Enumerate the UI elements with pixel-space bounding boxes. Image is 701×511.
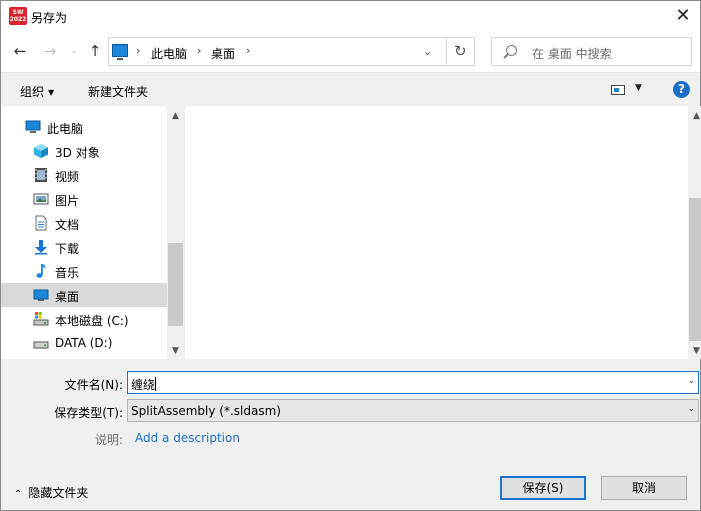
command-toolbar: 组织 ▼ 新建文件夹 ▼ ?	[1, 72, 700, 106]
scrollbar-thumb[interactable]	[689, 198, 701, 341]
sidebar-item-label: 下载	[55, 242, 80, 256]
chevron-right-icon[interactable]: ›	[136, 44, 140, 57]
filename-input[interactable]: 缠绕 ⌄	[127, 371, 699, 394]
sidebar-item-label: 此电脑	[47, 122, 84, 136]
video-icon	[35, 168, 47, 182]
sidebar-item-data-d[interactable]: DATA (D:)	[1, 331, 167, 355]
hide-folders-label: 隐藏文件夹	[28, 486, 89, 500]
address-dropdown-icon[interactable]: ⌄	[423, 45, 432, 58]
save-button[interactable]: 保存(S)	[500, 476, 586, 500]
filename-label: 文件名(N):	[64, 378, 123, 392]
up-arrow-icon[interactable]: ↑	[86, 42, 104, 60]
sidebar-item-label: 桌面	[55, 290, 80, 304]
back-arrow-icon[interactable]: ←	[11, 42, 29, 60]
download-icon	[35, 240, 47, 255]
filetype-value: SplitAssembly (*.sldasm)	[131, 404, 281, 418]
chevron-right-icon[interactable]: ›	[246, 44, 250, 57]
filename-value: 缠绕	[131, 376, 157, 393]
sidebar-item-label: 文档	[55, 218, 80, 232]
sidebar-item-videos[interactable]: 视频	[1, 163, 167, 187]
sidebar-item-label: 视频	[55, 170, 80, 184]
organize-label: 组织	[20, 85, 45, 99]
filetype-select[interactable]: SplitAssembly (*.sldasm) ⌄	[127, 399, 699, 422]
address-divider	[446, 38, 447, 65]
breadcrumb-desktop[interactable]: 桌面	[211, 45, 235, 62]
scroll-up-icon[interactable]: ▲	[167, 108, 184, 124]
file-list-scrollbar[interactable]: ▲ ▼	[688, 106, 701, 359]
pc-icon	[25, 120, 41, 133]
sidebar-item-music[interactable]: 音乐	[1, 259, 167, 283]
chevron-up-icon: ⌃	[14, 489, 23, 500]
documents-icon	[35, 215, 47, 231]
description-label: 说明:	[94, 433, 123, 447]
chevron-down-icon[interactable]: ⌄	[687, 376, 695, 386]
sidebar-item-this-pc[interactable]: 此电脑	[1, 115, 167, 139]
3d-objects-icon	[34, 144, 48, 158]
local-disk-icon	[33, 312, 49, 326]
scrollbar-thumb[interactable]	[168, 243, 183, 326]
new-folder-button[interactable]: 新建文件夹	[88, 83, 148, 100]
drive-icon	[33, 341, 49, 349]
navigation-pane: 此电脑 3D 对象 视频 图片 文档 下载 音乐 桌面 本地磁盘 (C:) DA…	[1, 106, 184, 359]
refresh-icon[interactable]: ↻	[454, 42, 467, 60]
sidebar-item-3d-objects[interactable]: 3D 对象	[1, 139, 167, 163]
scroll-down-icon[interactable]: ▼	[688, 343, 701, 359]
scroll-up-icon[interactable]: ▲	[688, 108, 701, 124]
music-icon	[36, 264, 46, 278]
filename-text: 缠绕	[131, 378, 156, 392]
file-list-pane[interactable]: ▲ ▼	[184, 106, 701, 359]
navigation-bar: ← → ⌄ ↑ › 此电脑 › 桌面 › ⌄ ↻ 在 桌面 中搜索	[1, 32, 700, 72]
save-options-panel: 文件名(N): 缠绕 ⌄ 保存类型(T): SplitAssembly (*.s…	[1, 359, 700, 510]
desktop-icon	[33, 289, 49, 301]
sidebar-item-downloads[interactable]: 下载	[1, 235, 167, 259]
title-bar[interactable]: SW 2022 另存为 ✕	[1, 1, 700, 32]
solidworks-app-icon: SW 2022	[9, 7, 27, 25]
pc-icon	[112, 44, 128, 60]
chevron-right-icon[interactable]: ›	[197, 44, 201, 57]
search-icon	[506, 45, 517, 56]
caret-down-icon: ▼	[48, 88, 55, 97]
cancel-button[interactable]: 取消	[601, 476, 687, 500]
filetype-label: 保存类型(T):	[54, 406, 123, 420]
sidebar-item-label: 本地磁盘 (C:)	[55, 314, 129, 328]
help-icon[interactable]: ?	[673, 81, 690, 98]
window-title: 另存为	[31, 11, 68, 25]
scroll-down-icon[interactable]: ▼	[167, 343, 184, 359]
sidebar-item-local-disk-c[interactable]: 本地磁盘 (C:)	[1, 307, 167, 331]
sidebar-item-documents[interactable]: 文档	[1, 211, 167, 235]
forward-arrow-icon[interactable]: →	[41, 42, 59, 60]
sidebar-item-label: 3D 对象	[55, 146, 100, 160]
breadcrumb-this-pc[interactable]: 此电脑	[151, 45, 187, 62]
app-icon-text: 2022	[9, 16, 27, 23]
change-view-icon[interactable]	[611, 85, 625, 95]
sidebar-item-label: 图片	[55, 194, 80, 208]
sidebar-item-label: DATA (D:)	[55, 336, 113, 350]
recent-locations-chevron-icon[interactable]: ⌄	[65, 42, 83, 60]
navigation-pane-scrollbar[interactable]: ▲ ▼	[167, 106, 184, 359]
add-description-link[interactable]: Add a description	[135, 431, 240, 445]
search-placeholder: 在 桌面 中搜索	[532, 47, 612, 61]
text-cursor	[155, 377, 157, 391]
sidebar-item-desktop[interactable]: 桌面	[1, 283, 167, 307]
chevron-down-icon[interactable]: ⌄	[687, 404, 695, 414]
organize-menu-button[interactable]: 组织 ▼	[20, 83, 54, 100]
search-box[interactable]: 在 桌面 中搜索	[491, 37, 692, 66]
view-options-caret-icon[interactable]: ▼	[635, 83, 642, 93]
address-bar[interactable]: › 此电脑 › 桌面 › ⌄ ↻	[108, 37, 475, 66]
close-icon[interactable]: ✕	[672, 4, 694, 28]
sidebar-item-pictures[interactable]: 图片	[1, 187, 167, 211]
sidebar-item-label: 音乐	[55, 266, 80, 280]
pictures-icon	[33, 193, 49, 205]
hide-folders-toggle[interactable]: ⌃ 隐藏文件夹	[14, 484, 88, 501]
save-as-dialog: SW 2022 另存为 ✕ ← → ⌄ ↑ › 此电脑 › 桌面 › ⌄ ↻ 在 …	[0, 0, 701, 511]
